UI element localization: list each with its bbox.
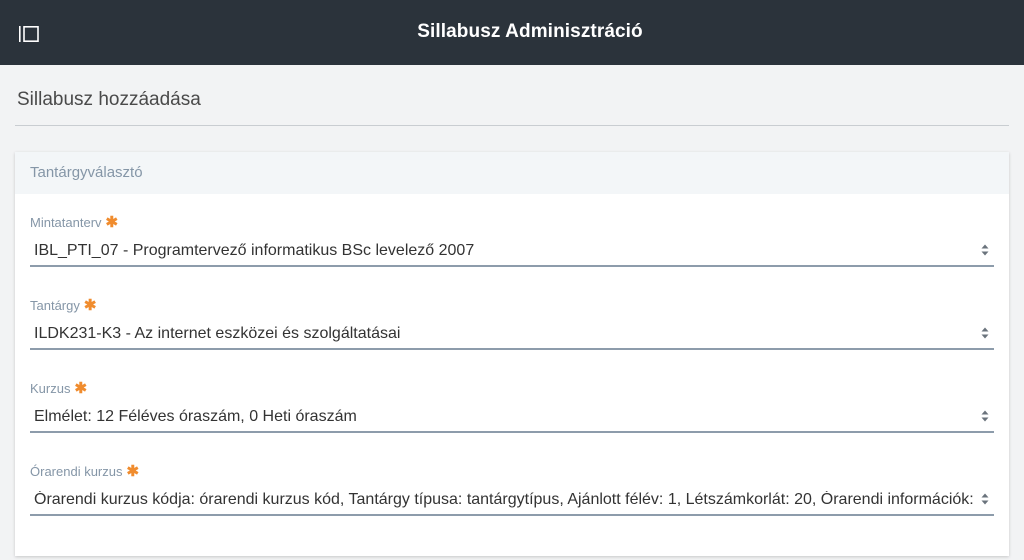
course-select-value: Elmélet: 12 Féléves óraszám, 0 Heti óras… (34, 408, 357, 425)
card-title: Tantárgyválasztó (30, 164, 143, 181)
subject-label: Tantárgy ✱ (30, 297, 97, 314)
curriculum-select[interactable]: IBL_PTI_07 - Programtervező informatikus… (30, 231, 994, 267)
page-title: Sillabusz hozzáadása (17, 89, 201, 110)
select-arrows-icon (981, 493, 989, 505)
select-arrows-icon (981, 244, 989, 256)
course-select[interactable]: Elmélet: 12 Féléves óraszám, 0 Heti óras… (30, 397, 994, 433)
required-marker: ✱ (126, 463, 140, 480)
timetable-course-select[interactable]: Órarendi kurzus kódja: órarendi kurzus k… (30, 480, 994, 516)
subject-select-value: ILDK231-K3 - Az internet eszközei és szo… (34, 325, 401, 342)
select-arrows-icon (981, 327, 989, 339)
app-title: Sillabusz Adminisztráció (417, 21, 643, 42)
required-marker: ✱ (83, 297, 97, 314)
required-marker: ✱ (74, 380, 88, 397)
select-arrows-icon (981, 410, 989, 422)
required-marker: ✱ (105, 214, 119, 231)
subject-select[interactable]: ILDK231-K3 - Az internet eszközei és szo… (30, 314, 994, 350)
curriculum-select-value: IBL_PTI_07 - Programtervező informatikus… (34, 242, 475, 259)
course-label: Kurzus ✱ (30, 380, 88, 397)
top-navbar: Sillabusz Adminisztráció (0, 0, 1024, 65)
card-header: Tantárgyválasztó (15, 152, 1009, 194)
page-divider (15, 125, 1009, 126)
subject-selector-card: Tantárgyválasztó Mintatanterv ✱ IBL_PTI_0… (15, 152, 1009, 556)
timetable-course-select-value: Órarendi kurzus kódja: órarendi kurzus k… (34, 491, 974, 508)
curriculum-label: Mintatanterv ✱ (30, 214, 119, 231)
timetable-course-label: Órarendi kurzus ✱ (30, 463, 140, 480)
